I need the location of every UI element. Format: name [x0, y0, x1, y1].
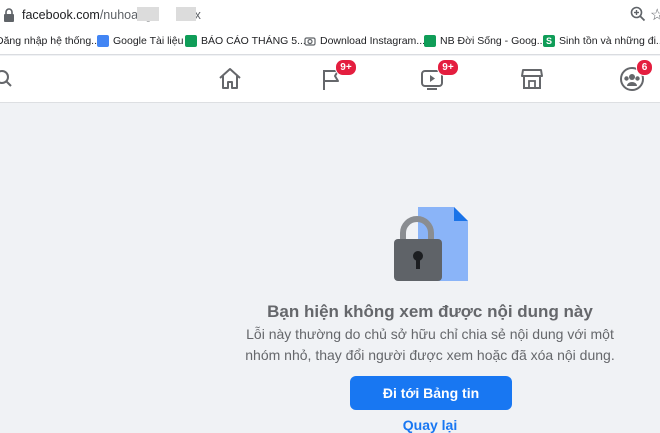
- bookmark-item[interactable]: Đăng nhập hệ thống...: [0, 35, 100, 47]
- lock-icon[interactable]: [2, 7, 16, 23]
- bookmark-label: Google Tài liệu: [113, 35, 184, 47]
- address-bar[interactable]: facebook.com/nuhoangbdix ☆: [0, 0, 660, 30]
- go-back-link[interactable]: Quay lại: [380, 417, 480, 433]
- marketplace-icon[interactable]: [519, 66, 545, 92]
- url-text[interactable]: facebook.com/nuhoangbdix: [22, 8, 201, 22]
- camera-icon: [304, 37, 316, 46]
- redacted-region: [137, 7, 159, 21]
- bookmark-star-icon[interactable]: ☆: [650, 5, 660, 25]
- locked-content-icon: [394, 207, 468, 281]
- sheets-icon: [185, 35, 197, 47]
- docs-icon: [97, 35, 109, 47]
- description-line: Lỗi này thường do chủ sở hữu chỉ chia sẻ…: [246, 326, 614, 342]
- bookmark-label: Sinh tồn và những đi...: [559, 35, 660, 47]
- s-icon: S: [543, 35, 555, 47]
- bookmark-label: Download Instagram...: [320, 35, 426, 47]
- bookmarks-bar: Đăng nhập hệ thống... Google Tài liệu BÁ…: [0, 30, 660, 55]
- bookmark-item[interactable]: S Sinh tồn và những đi...: [543, 35, 660, 47]
- bookmark-label: BÁO CÁO THÁNG 5...: [201, 35, 306, 47]
- bookmark-item[interactable]: Download Instagram...: [304, 35, 425, 47]
- bookmark-item[interactable]: NB Đời Sống - Goog...: [424, 35, 546, 47]
- error-description: Lỗi này thường do chủ sở hữu chỉ chia sẻ…: [230, 324, 630, 366]
- notification-badge: 9+: [335, 59, 357, 76]
- zoom-icon[interactable]: [630, 6, 646, 22]
- pages-tab[interactable]: 9+: [317, 56, 367, 102]
- bookmark-item[interactable]: BÁO CÁO THÁNG 5...: [185, 35, 306, 47]
- sheets-icon: [424, 35, 436, 47]
- url-domain: facebook.com: [22, 8, 100, 22]
- go-to-feed-button[interactable]: Đi tới Bảng tin: [350, 376, 512, 410]
- redacted-region: [176, 7, 196, 21]
- search-icon[interactable]: [0, 69, 14, 89]
- bookmark-label: Đăng nhập hệ thống...: [0, 35, 100, 47]
- description-line: nhóm nhỏ, thay đổi người được xem hoặc đ…: [245, 347, 615, 363]
- notification-badge: 9+: [437, 59, 459, 76]
- bookmark-label: NB Đời Sống - Goog...: [440, 35, 546, 47]
- groups-tab[interactable]: 6: [618, 56, 660, 102]
- bookmark-item[interactable]: Google Tài liệu: [97, 35, 183, 47]
- facebook-top-nav: 9+ 9+ 6: [0, 56, 660, 103]
- home-icon[interactable]: [217, 66, 243, 92]
- page-title: Bạn hiện không xem được nội dung này: [267, 302, 593, 321]
- watch-tab[interactable]: 9+: [419, 56, 469, 102]
- notification-badge: 6: [636, 59, 653, 76]
